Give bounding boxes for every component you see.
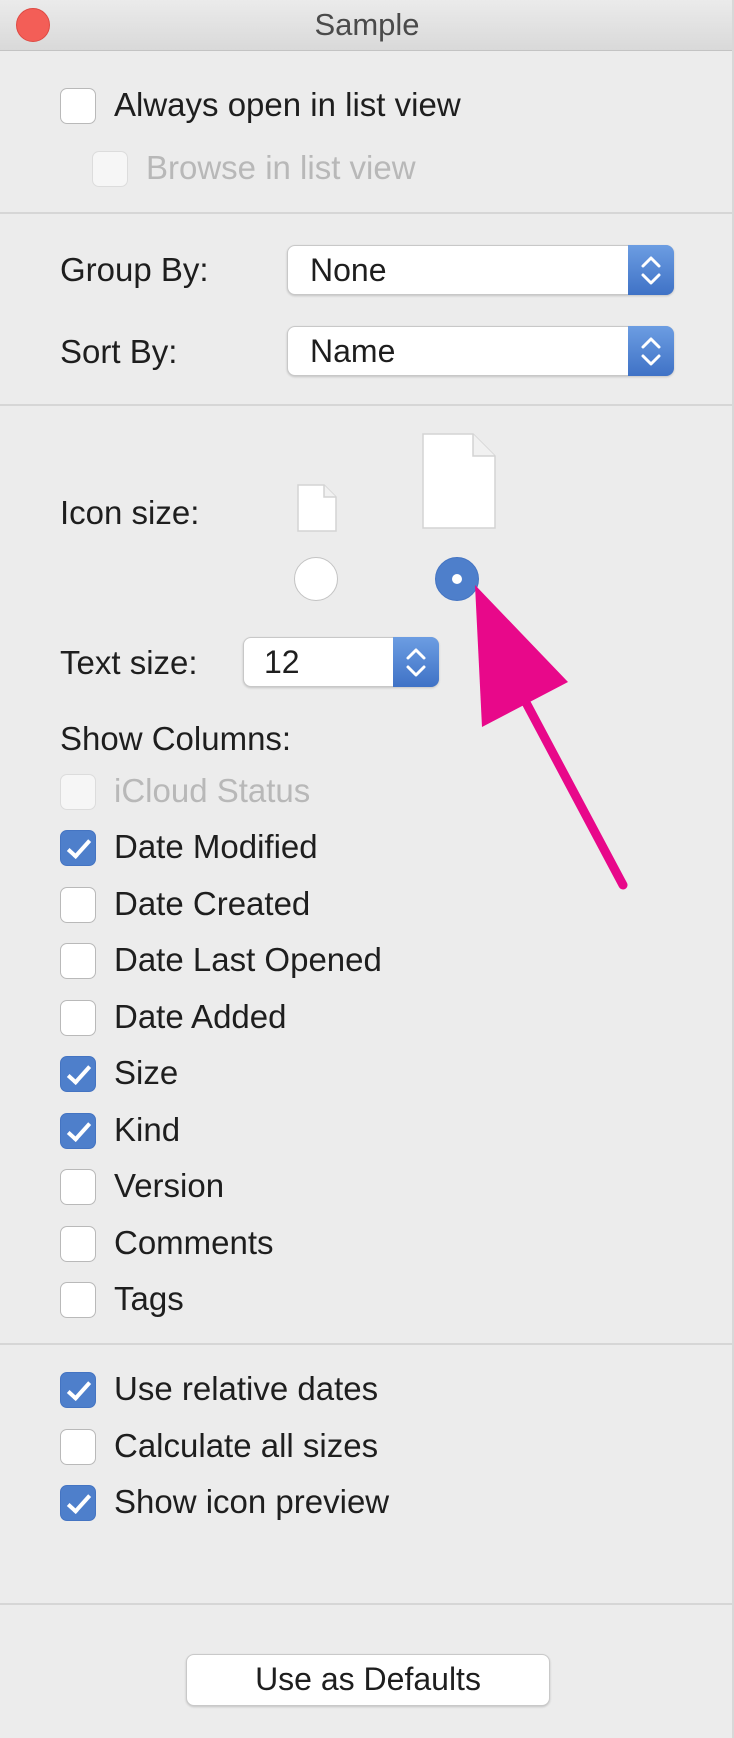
icloud-status-checkbox [60, 774, 96, 810]
divider [0, 1343, 732, 1345]
calculate-all-sizes-label: Calculate all sizes [114, 1427, 379, 1464]
show-icon-preview-label: Show icon preview [114, 1483, 390, 1520]
small-document-icon [297, 484, 337, 532]
icloud-status-label: iCloud Status [114, 772, 311, 809]
text-size-label: Text size: [60, 644, 198, 681]
tags-label: Tags [114, 1280, 184, 1317]
date-modified-label: Date Modified [114, 828, 318, 865]
group-by-label: Group By: [60, 251, 209, 288]
divider [0, 1603, 732, 1605]
date-created-checkbox[interactable] [60, 887, 96, 923]
date-last-opened-label: Date Last Opened [114, 941, 382, 978]
tags-checkbox[interactable] [60, 1282, 96, 1318]
divider [0, 212, 732, 214]
group-by-select[interactable]: None [287, 245, 674, 295]
size-label: Size [114, 1054, 179, 1091]
icon-size-label: Icon size: [60, 494, 200, 531]
window-title: Sample [314, 7, 420, 42]
icon-size-small-radio[interactable] [294, 557, 338, 601]
arrow-annotation-icon [475, 585, 628, 890]
always-open-checkbox[interactable] [60, 88, 96, 124]
date-added-checkbox[interactable] [60, 1000, 96, 1036]
popup-stepper-icon [628, 326, 674, 376]
size-checkbox[interactable] [60, 1056, 96, 1092]
use-as-defaults-button[interactable]: Use as Defaults [186, 1654, 550, 1706]
list-view-options-window: Sample Always open in list view Browse i… [0, 0, 734, 1738]
always-open-label: Always open in list view [114, 86, 461, 123]
date-modified-checkbox[interactable] [60, 830, 96, 866]
divider [0, 404, 732, 406]
show-icon-preview-checkbox[interactable] [60, 1485, 96, 1521]
date-last-opened-checkbox[interactable] [60, 943, 96, 979]
browse-list-view-checkbox [92, 151, 128, 187]
large-document-icon [422, 433, 496, 529]
comments-checkbox[interactable] [60, 1226, 96, 1262]
group-by-value: None [310, 252, 387, 288]
date-created-label: Date Created [114, 885, 311, 922]
use-relative-dates-checkbox[interactable] [60, 1372, 96, 1408]
popup-stepper-icon [628, 245, 674, 295]
title-bar: Sample [0, 0, 732, 51]
version-checkbox[interactable] [60, 1169, 96, 1205]
text-size-select[interactable]: 12 [243, 637, 439, 687]
show-columns-label: Show Columns: [60, 720, 292, 757]
text-size-value: 12 [264, 644, 300, 680]
sort-by-value: Name [310, 333, 396, 369]
sort-by-select[interactable]: Name [287, 326, 674, 376]
kind-checkbox[interactable] [60, 1113, 96, 1149]
date-added-label: Date Added [114, 998, 287, 1035]
calculate-all-sizes-checkbox[interactable] [60, 1429, 96, 1465]
popup-stepper-icon [393, 637, 439, 687]
browse-list-view-label: Browse in list view [146, 149, 416, 186]
use-relative-dates-label: Use relative dates [114, 1370, 379, 1407]
version-label: Version [114, 1167, 225, 1204]
comments-label: Comments [114, 1224, 274, 1261]
sort-by-label: Sort By: [60, 333, 178, 370]
kind-label: Kind [114, 1111, 181, 1148]
